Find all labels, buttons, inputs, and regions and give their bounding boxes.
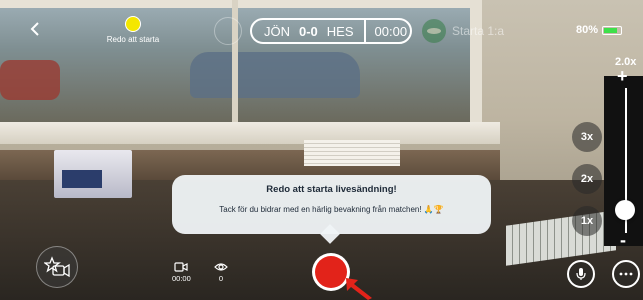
toast-message: Tack för du bidrar med en härlig bevakni… xyxy=(219,205,444,214)
microphone-button[interactable] xyxy=(567,260,595,288)
battery-icon xyxy=(602,25,623,35)
battery-indicator: 80% xyxy=(576,24,623,36)
zoom-out-button[interactable]: - xyxy=(620,230,626,251)
start-period-button[interactable]: Starta 1:a xyxy=(422,19,504,43)
home-team: JÖN xyxy=(264,23,290,39)
zoom-in-button[interactable]: + xyxy=(617,66,628,87)
viewers-stat: 0 xyxy=(214,262,228,283)
more-options-button[interactable] xyxy=(612,260,640,288)
scoreboard[interactable]: JÖN 0-0 HES 00:00 xyxy=(250,18,412,44)
chevron-left-icon xyxy=(30,22,39,36)
microphone-icon xyxy=(576,268,586,280)
record-dot-icon xyxy=(315,256,347,288)
zoom-preset-1x[interactable]: 1x xyxy=(572,206,602,236)
whistle-icon xyxy=(422,19,446,43)
viewers-count: 0 xyxy=(218,274,224,283)
score-divider xyxy=(363,18,366,44)
broadcast-status: Redo att starta xyxy=(103,16,163,44)
product-box xyxy=(54,150,132,198)
ready-toast: Redo att starta livesändning! Tack för d… xyxy=(172,175,491,244)
score-value: 0-0 xyxy=(299,23,318,39)
back-button[interactable] xyxy=(30,20,40,41)
zoom-preset-2x[interactable]: 2x xyxy=(572,164,602,194)
duration-stat: 00:00 xyxy=(172,262,191,283)
star-camera-icon xyxy=(44,256,70,278)
more-dots-icon xyxy=(619,272,633,276)
zoom-slider-handle[interactable] xyxy=(615,200,635,220)
battery-percent: 80% xyxy=(576,24,599,36)
duration-value: 00:00 xyxy=(172,274,191,283)
start-period-label: Starta 1:a xyxy=(452,24,505,38)
arrow-pointer-icon xyxy=(346,278,372,300)
away-team: HES xyxy=(326,23,354,39)
team-logo-placeholder xyxy=(214,17,242,45)
match-clock: 00:00 xyxy=(374,23,408,39)
status-label: Redo att starta xyxy=(106,35,160,44)
eye-icon xyxy=(214,263,228,271)
zoom-preset-3x[interactable]: 3x xyxy=(572,122,602,152)
highlight-button[interactable] xyxy=(36,246,78,288)
status-dot xyxy=(125,16,141,32)
video-camera-icon xyxy=(174,262,188,272)
toast-title: Redo att starta livesändning! xyxy=(266,184,397,195)
